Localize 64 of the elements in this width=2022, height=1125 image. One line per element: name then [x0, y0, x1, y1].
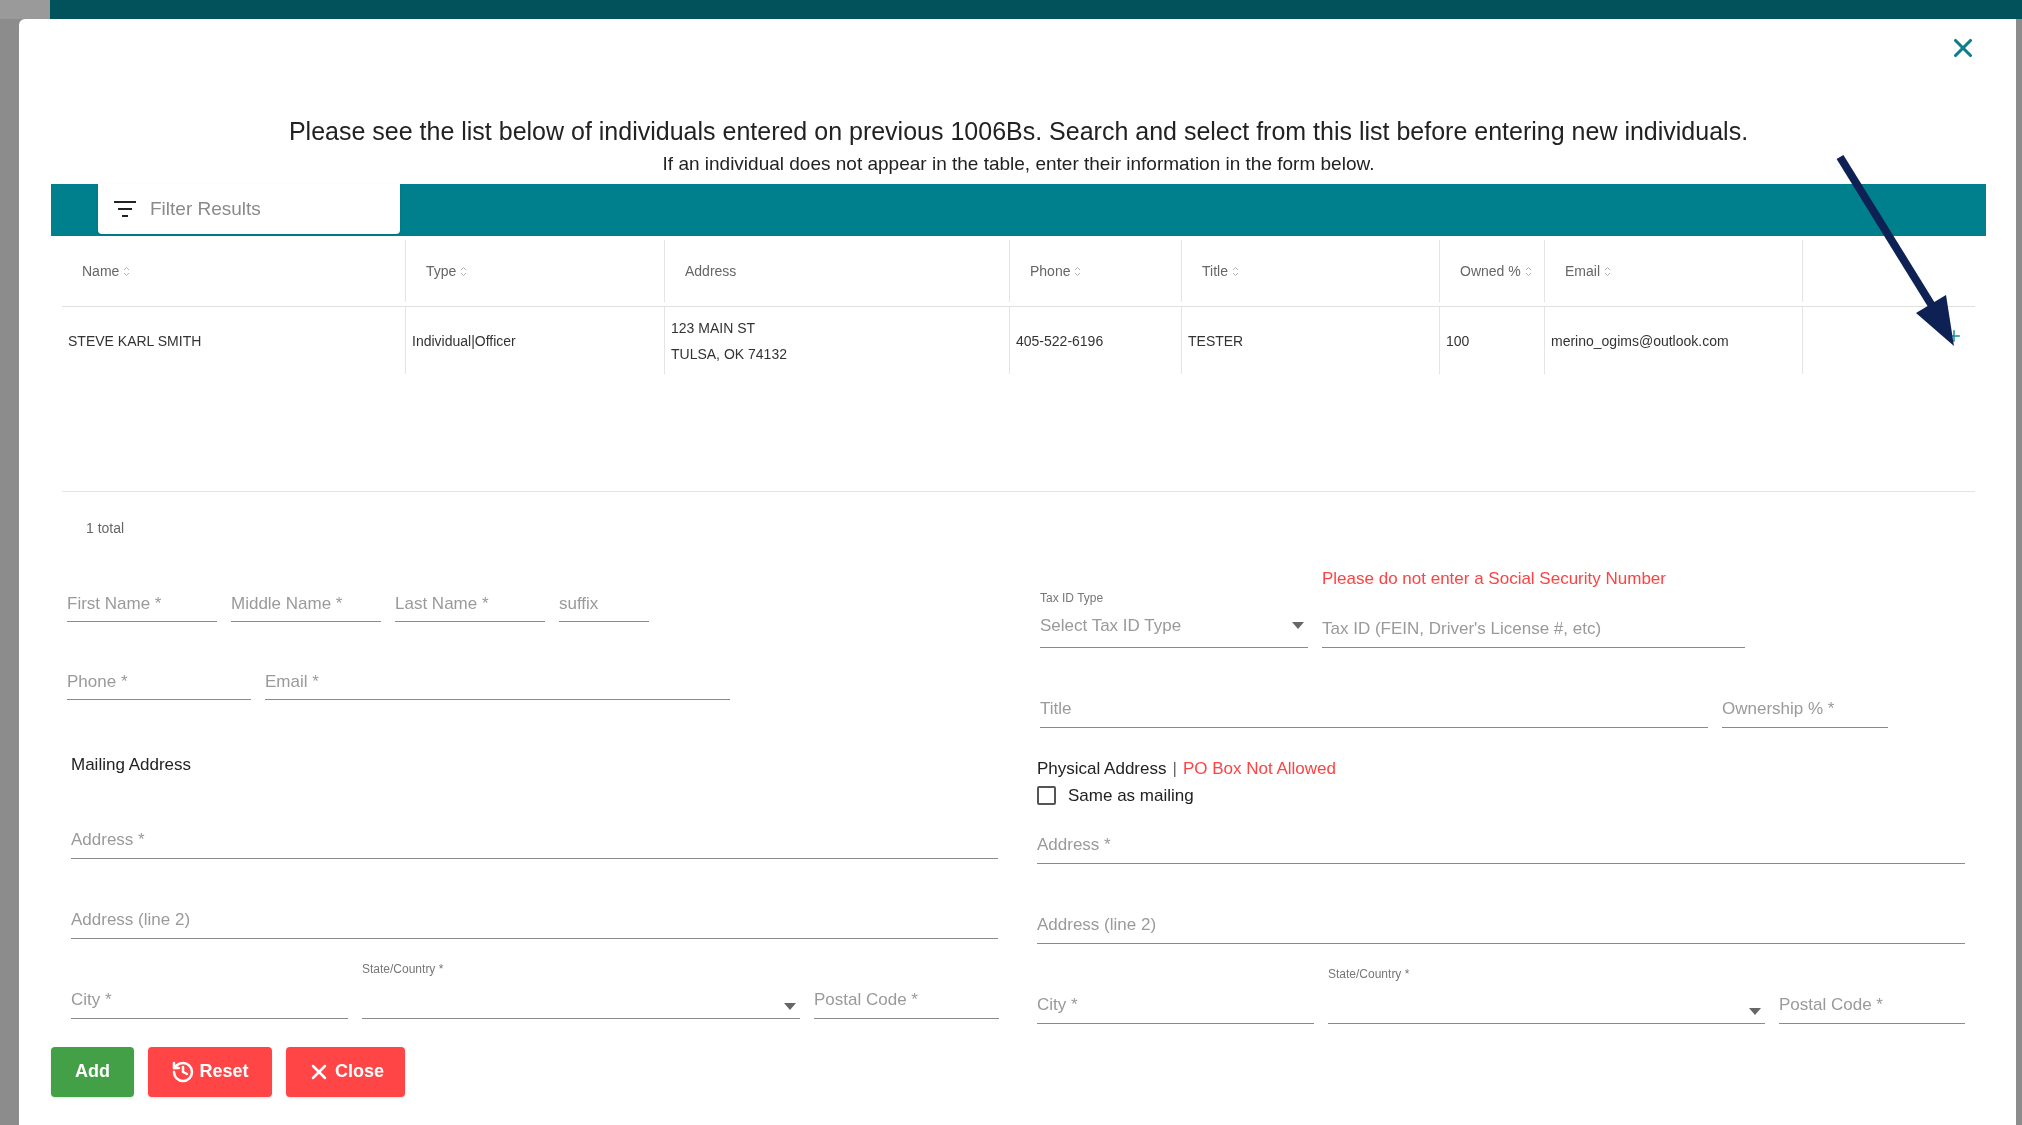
sort-icon: [1524, 265, 1532, 277]
dialog-subheading: If an individual does not appear in the table, enter their information in the form below.: [662, 152, 1375, 176]
input-field[interactable]: Address *: [71, 814, 998, 859]
field-label: State/Country *: [1328, 967, 1411, 980]
input-field[interactable]: Email *: [265, 656, 730, 700]
add-button[interactable]: Add: [51, 1046, 134, 1097]
dropdown-caret-icon: [1749, 1007, 1761, 1015]
input-field[interactable]: Tax ID (FEIN, Driver's License #, etc): [1322, 603, 1745, 648]
field-label: Tax ID Type: [1040, 591, 1105, 604]
table-cell-text: 123 MAIN ST: [671, 318, 757, 338]
input-field[interactable]: Middle Name *: [231, 578, 381, 622]
separator: |: [1172, 757, 1177, 780]
column-header[interactable]: Name: [82, 260, 131, 282]
table-cell-text: TESTER: [1188, 331, 1245, 351]
table-cell-text: Individual|Officer: [412, 331, 517, 351]
close-button[interactable]: Close: [286, 1046, 405, 1097]
table-cell-text: STEVE KARL SMITH: [68, 331, 203, 351]
select-placeholder: Select Tax ID Type: [1040, 615, 1182, 637]
warning-text: Please do not enter a Social Security Number: [1322, 568, 1667, 590]
checkbox-label[interactable]: Same as mailing: [1068, 783, 1194, 809]
select-field[interactable]: State/Country *: [362, 958, 800, 1019]
column-header[interactable]: Title: [1202, 260, 1239, 282]
table-cell-text: 405-522-6196: [1016, 331, 1105, 351]
dropdown-caret-icon: [1292, 622, 1304, 630]
input-field[interactable]: Postal Code *: [1779, 979, 1965, 1024]
column-header[interactable]: Type: [426, 260, 468, 282]
column-header[interactable]: Owned %: [1460, 260, 1532, 282]
filter-icon: [114, 201, 136, 217]
select-field[interactable]: State/Country *: [1328, 963, 1765, 1024]
table-cell-text: TULSA, OK 74132: [671, 344, 788, 364]
input-field[interactable]: City *: [1037, 979, 1314, 1024]
input-field[interactable]: Address *: [1037, 819, 1965, 864]
sort-icon: [1231, 265, 1239, 277]
table-cell-text: 100: [1446, 331, 1471, 351]
dialog-heading: Please see the list below of individuals entered on previous 1006Bs. Search and select from this list before entering new individuals.: [288, 116, 1749, 146]
sort-icon: [123, 265, 131, 277]
column-header[interactable]: Email: [1565, 260, 1611, 282]
input-field[interactable]: First Name *: [67, 578, 217, 622]
input-field[interactable]: Postal Code *: [814, 974, 999, 1019]
filter-field[interactable]: Filter Results: [98, 184, 400, 234]
field-label: State/Country *: [362, 962, 445, 975]
section-heading: Mailing Address: [71, 754, 192, 776]
table-cell-text: merino_ogims@outlook.com: [1551, 331, 1730, 351]
input-field[interactable]: Ownership % *: [1722, 683, 1888, 728]
sort-icon: [1604, 265, 1611, 277]
input-field[interactable]: Address (line 2): [71, 894, 998, 939]
sort-icon: [1074, 265, 1082, 277]
input-field[interactable]: Title: [1040, 683, 1708, 728]
checkbox[interactable]: [1037, 786, 1056, 806]
reset-icon: [171, 1059, 196, 1084]
warning-note: PO Box Not Allowed: [1182, 757, 1336, 780]
section-heading: Physical Address: [1037, 757, 1167, 780]
input-field[interactable]: Phone *: [67, 656, 251, 700]
input-field[interactable]: suffix: [559, 578, 649, 622]
reset-button[interactable]: Reset: [148, 1046, 272, 1097]
column-header: Address: [685, 261, 737, 281]
input-field[interactable]: Last Name *: [395, 578, 545, 622]
dropdown-caret-icon: [784, 1002, 796, 1010]
input-field[interactable]: Address (line 2): [1037, 899, 1965, 944]
sort-icon: [460, 265, 468, 277]
select-field[interactable]: Tax ID Type Select Tax ID Type: [1040, 587, 1308, 648]
input-field[interactable]: City *: [71, 974, 348, 1019]
total-count: 1 total: [86, 520, 125, 536]
column-header[interactable]: Phone: [1030, 260, 1082, 282]
